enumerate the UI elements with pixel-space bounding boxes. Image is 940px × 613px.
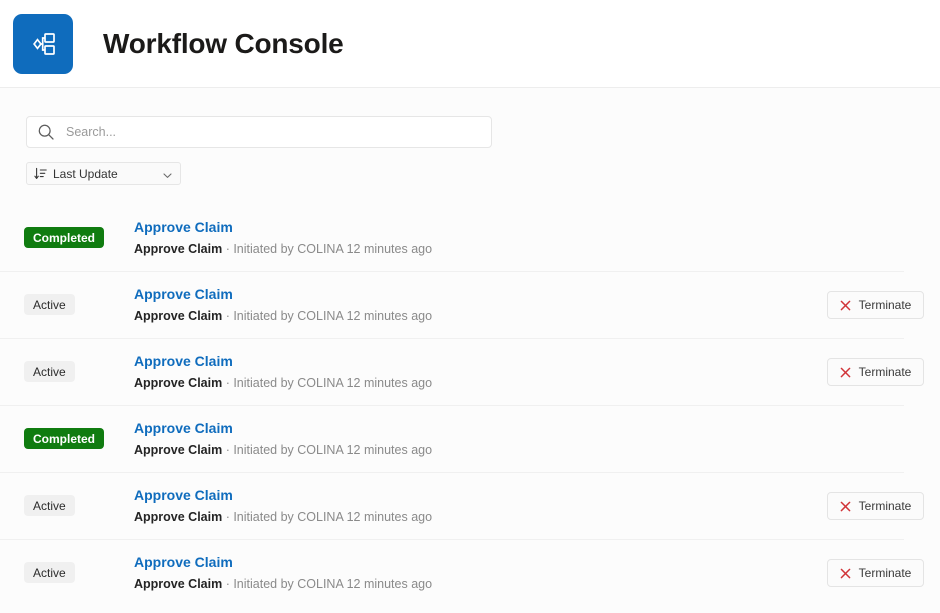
sort-dropdown[interactable]: Last Update bbox=[26, 162, 181, 185]
table-row[interactable]: Active Approve Claim Approve Claim · Ini… bbox=[0, 338, 940, 405]
search-input[interactable] bbox=[66, 117, 481, 147]
workflow-title-link[interactable]: Approve Claim bbox=[134, 285, 233, 304]
status-badge: Active bbox=[24, 562, 104, 583]
workflow-title-link[interactable]: Approve Claim bbox=[134, 218, 233, 237]
table-row[interactable]: Active Approve Claim Approve Claim · Ini… bbox=[0, 271, 940, 338]
status-badge: Completed bbox=[24, 428, 105, 449]
workflow-subtitle-meta: · Initiated by COLINA 12 minutes ago bbox=[222, 442, 433, 457]
workflow-subtitle-name: Approve Claim bbox=[134, 509, 223, 524]
status-badge: Active bbox=[24, 495, 104, 516]
workflow-subtitle-meta: · Initiated by COLINA 12 minutes ago bbox=[222, 576, 433, 591]
workflow-subtitle: Approve Claim · Initiated by COLINA 12 m… bbox=[134, 576, 824, 593]
page-title: Workflow Console bbox=[103, 27, 344, 59]
close-x-icon bbox=[840, 299, 851, 311]
workflow-subtitle-meta: · Initiated by COLINA 12 minutes ago bbox=[222, 241, 433, 256]
workflow-title-link[interactable]: Approve Claim bbox=[134, 553, 233, 572]
workflow-title-link[interactable]: Approve Claim bbox=[134, 419, 233, 438]
status-badge-label: Active bbox=[24, 562, 75, 583]
close-x-icon bbox=[840, 366, 851, 378]
workflow-subtitle-meta: · Initiated by COLINA 12 minutes ago bbox=[222, 509, 433, 524]
terminate-button-label: Terminate bbox=[858, 565, 912, 580]
workflow-subtitle-meta: · Initiated by COLINA 12 minutes ago bbox=[222, 308, 433, 323]
table-row[interactable]: Completed Approve Claim Approve Claim · … bbox=[0, 204, 940, 271]
search-icon bbox=[37, 123, 55, 141]
sort-dropdown-label: Last Update bbox=[53, 166, 118, 181]
close-x-icon bbox=[840, 567, 851, 579]
chevron-down-icon bbox=[162, 168, 173, 179]
app-logo bbox=[13, 13, 73, 74]
status-badge-label: Active bbox=[24, 361, 75, 382]
workflow-subtitle-name: Approve Claim bbox=[134, 576, 223, 591]
workflow-subtitle-name: Approve Claim bbox=[134, 375, 223, 390]
app-header: Workflow Console bbox=[0, 0, 940, 88]
workflow-title-link[interactable]: Approve Claim bbox=[134, 486, 233, 505]
workflow-subtitle: Approve Claim · Initiated by COLINA 12 m… bbox=[134, 241, 824, 258]
workflow-subtitle-name: Approve Claim bbox=[134, 442, 223, 457]
status-badge-label: Active bbox=[24, 495, 75, 516]
search-box[interactable] bbox=[26, 116, 492, 148]
terminate-button-label: Terminate bbox=[858, 364, 912, 379]
workflow-subtitle-meta: · Initiated by COLINA 12 minutes ago bbox=[222, 375, 433, 390]
row-body: Approve Claim Approve Claim · Initiated … bbox=[134, 352, 824, 392]
status-badge-label: Completed bbox=[24, 428, 105, 449]
terminate-button-label: Terminate bbox=[858, 297, 912, 312]
row-action: Terminate bbox=[824, 290, 924, 319]
status-badge: Completed bbox=[24, 227, 105, 248]
table-row[interactable]: Active Approve Claim Approve Claim · Ini… bbox=[0, 472, 940, 539]
row-action: Terminate bbox=[824, 357, 924, 386]
terminate-button-label: Terminate bbox=[858, 498, 912, 513]
terminate-button[interactable]: Terminate bbox=[827, 558, 924, 587]
row-body: Approve Claim Approve Claim · Initiated … bbox=[134, 486, 824, 526]
sort-descending-icon bbox=[34, 167, 47, 180]
workflow-subtitle: Approve Claim · Initiated by COLINA 12 m… bbox=[134, 375, 824, 392]
row-action: Terminate bbox=[824, 491, 924, 520]
workflow-subtitle: Approve Claim · Initiated by COLINA 12 m… bbox=[134, 509, 824, 526]
toolbar: Last Update bbox=[0, 88, 940, 185]
table-row[interactable]: Active Approve Claim Approve Claim · Ini… bbox=[0, 539, 940, 606]
terminate-button[interactable]: Terminate bbox=[827, 491, 924, 520]
terminate-button[interactable]: Terminate bbox=[827, 290, 924, 319]
workflow-subtitle-name: Approve Claim bbox=[134, 241, 223, 256]
row-body: Approve Claim Approve Claim · Initiated … bbox=[134, 285, 824, 325]
status-badge-label: Active bbox=[24, 294, 75, 315]
status-badge: Active bbox=[24, 361, 104, 382]
terminate-button[interactable]: Terminate bbox=[827, 357, 924, 386]
workflow-title-link[interactable]: Approve Claim bbox=[134, 352, 233, 371]
workflow-subtitle: Approve Claim · Initiated by COLINA 12 m… bbox=[134, 442, 824, 459]
row-body: Approve Claim Approve Claim · Initiated … bbox=[134, 553, 824, 593]
workflow-list: Completed Approve Claim Approve Claim · … bbox=[0, 204, 940, 606]
status-badge: Active bbox=[24, 294, 104, 315]
table-row[interactable]: Completed Approve Claim Approve Claim · … bbox=[0, 405, 940, 472]
workflow-subtitle: Approve Claim · Initiated by COLINA 12 m… bbox=[134, 308, 824, 325]
row-body: Approve Claim Approve Claim · Initiated … bbox=[134, 218, 824, 258]
close-x-icon bbox=[840, 500, 851, 512]
status-badge-label: Completed bbox=[24, 227, 105, 248]
row-action: Terminate bbox=[824, 558, 924, 587]
workflow-subtitle-name: Approve Claim bbox=[134, 308, 223, 323]
workflow-diagram-icon bbox=[28, 29, 58, 59]
row-body: Approve Claim Approve Claim · Initiated … bbox=[134, 419, 824, 459]
